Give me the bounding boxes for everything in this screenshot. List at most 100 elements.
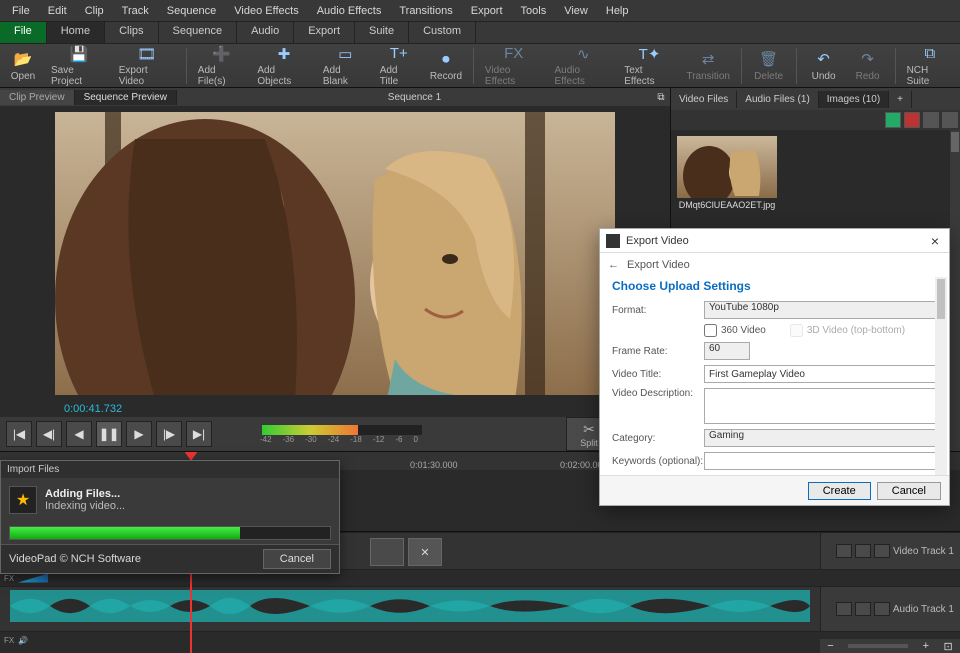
category-select[interactable]: Gaming: [704, 429, 937, 447]
chk-3d[interactable]: 3D Video (top-bottom): [790, 324, 905, 337]
save-button[interactable]: 💾Save Project: [48, 45, 110, 87]
addblank-button[interactable]: ▭Add Blank: [320, 45, 371, 87]
tab-sequence-preview[interactable]: Sequence Preview: [75, 90, 177, 105]
back-button[interactable]: ←: [608, 259, 619, 271]
popout-icon[interactable]: ⧉: [652, 92, 670, 103]
framerate-select[interactable]: 60: [704, 342, 750, 360]
ribbon-tab-clips[interactable]: Clips: [105, 22, 158, 43]
menu-help[interactable]: Help: [598, 3, 637, 19]
ribbon-tab-file[interactable]: File: [0, 22, 47, 43]
vfx-button[interactable]: FXVideo Effects: [482, 45, 546, 87]
transition-clip[interactable]: ✕: [408, 538, 442, 566]
video-desc-input[interactable]: [704, 388, 937, 424]
video-clip[interactable]: [370, 538, 404, 566]
addfile-icon: ➕: [212, 45, 232, 63]
import-cancel-button[interactable]: Cancel: [263, 549, 331, 569]
export-button[interactable]: 🎞Export Video: [116, 45, 178, 87]
menu-audio-effects[interactable]: Audio Effects: [309, 3, 390, 19]
redo-icon: ↷: [858, 49, 878, 69]
menu-file[interactable]: File: [4, 3, 38, 19]
delete-media-icon[interactable]: [904, 112, 920, 128]
undo-button[interactable]: ↶Undo: [805, 45, 843, 87]
audio-track-header: Audio Track 1: [820, 587, 960, 631]
category-label: Category:: [612, 433, 704, 444]
track-lock-icon[interactable]: [836, 544, 852, 558]
audio-track-label: Audio Track 1: [893, 604, 954, 615]
add-bin-button[interactable]: +: [889, 91, 912, 108]
goto-start-button[interactable]: |◀: [6, 421, 32, 447]
redo-button[interactable]: ↷Redo: [849, 45, 887, 87]
transport-controls: |◀ ◀| ◀ ❚❚ ▶ |▶ ▶| -42-36-30-24-18-12-60…: [0, 417, 670, 451]
play-back-button[interactable]: ◀: [66, 421, 92, 447]
tab-clip-preview[interactable]: Clip Preview: [0, 90, 75, 105]
media-thumbnail[interactable]: DMqt6ClUEAAO2ET.jpg: [677, 136, 777, 210]
ribbon-tab-audio[interactable]: Audio: [237, 22, 294, 43]
delete-button[interactable]: 🗑Delete: [750, 45, 788, 87]
track-vis-icon[interactable]: [874, 544, 890, 558]
track-mute-icon[interactable]: [855, 544, 871, 558]
step-fwd-button[interactable]: |▶: [156, 421, 182, 447]
close-icon[interactable]: ×: [927, 233, 943, 249]
addfile-button[interactable]: ➕ Add File(s): [195, 45, 249, 87]
afx-label: Audio Effects: [554, 65, 612, 87]
video-track-label: Video Track 1: [893, 546, 954, 557]
ribbon-tab-home[interactable]: Home: [47, 22, 105, 43]
menu-clip[interactable]: Clip: [77, 3, 112, 19]
grid-view-icon[interactable]: [942, 112, 958, 128]
video-title-input[interactable]: [704, 365, 937, 383]
menu-export[interactable]: Export: [463, 3, 511, 19]
track-solo-icon[interactable]: [874, 602, 890, 616]
menu-video-effects[interactable]: Video Effects: [226, 3, 306, 19]
open-button[interactable]: 📂Open: [4, 45, 42, 87]
speaker-icon[interactable]: 🔊: [18, 636, 28, 645]
add-media-icon[interactable]: [885, 112, 901, 128]
menu-view[interactable]: View: [556, 3, 596, 19]
preview-tabs: Clip Preview Sequence Preview Sequence 1…: [0, 88, 670, 106]
delete-icon: 🗑: [759, 49, 779, 69]
transition-button[interactable]: ⇄Transition: [684, 45, 733, 87]
menu-transitions[interactable]: Transitions: [391, 3, 460, 19]
create-button[interactable]: Create: [808, 482, 871, 500]
video-desc-label: Video Description:: [612, 388, 704, 399]
ribbon-tab-suite[interactable]: Suite: [355, 22, 409, 43]
audio-track[interactable]: Audio Track 1: [0, 586, 960, 632]
addtitle-button[interactable]: T+Add Title: [377, 45, 421, 87]
addobj-button[interactable]: ✚Add Objects: [254, 45, 314, 87]
pause-button[interactable]: ❚❚: [96, 421, 122, 447]
tfx-icon: T✦: [640, 45, 660, 63]
keywords-input[interactable]: [704, 452, 937, 470]
import-heading: Adding Files...: [45, 488, 125, 500]
menu-sequence[interactable]: Sequence: [159, 3, 225, 19]
track-mute-icon[interactable]: [855, 602, 871, 616]
menu-tools[interactable]: Tools: [513, 3, 555, 19]
bin-scrollbar[interactable]: [950, 130, 960, 451]
tab-images[interactable]: Images (10): [819, 91, 889, 108]
export-icon: 🎞: [137, 45, 157, 63]
transition-icon: ⇄: [698, 49, 718, 69]
tab-video-files[interactable]: Video Files: [671, 91, 737, 108]
addfile-label: Add File(s): [198, 65, 246, 87]
menu-track[interactable]: Track: [114, 3, 157, 19]
audio-fx-row[interactable]: FX🔊: [0, 632, 960, 648]
afx-button[interactable]: ∿Audio Effects: [551, 45, 615, 87]
ribbon-tab-export[interactable]: Export: [294, 22, 355, 43]
play-button[interactable]: ▶: [126, 421, 152, 447]
tfx-button[interactable]: T✦ Text Effects: [621, 45, 678, 87]
ribbon-tab-custom[interactable]: Custom: [409, 22, 476, 43]
track-lock-icon[interactable]: [836, 602, 852, 616]
timeline-zoom[interactable]: −+⊡: [820, 639, 960, 653]
tfx-label: Text Effects: [624, 65, 675, 87]
goto-end-button[interactable]: ▶|: [186, 421, 212, 447]
ribbon-tab-sequence[interactable]: Sequence: [159, 22, 238, 43]
menu-edit[interactable]: Edit: [40, 3, 75, 19]
nch-button[interactable]: ⧉NCH Suite: [904, 45, 956, 87]
chk-360[interactable]: 360 Video: [704, 324, 766, 337]
record-button[interactable]: ⏺Record: [427, 45, 465, 87]
preview-image: [55, 112, 615, 395]
export-scrollbar[interactable]: [935, 277, 947, 475]
export-cancel-button[interactable]: Cancel: [877, 482, 941, 500]
step-back-button[interactable]: ◀|: [36, 421, 62, 447]
tab-audio-files[interactable]: Audio Files (1): [737, 91, 818, 108]
list-view-icon[interactable]: [923, 112, 939, 128]
format-select[interactable]: YouTube 1080p: [704, 301, 937, 319]
